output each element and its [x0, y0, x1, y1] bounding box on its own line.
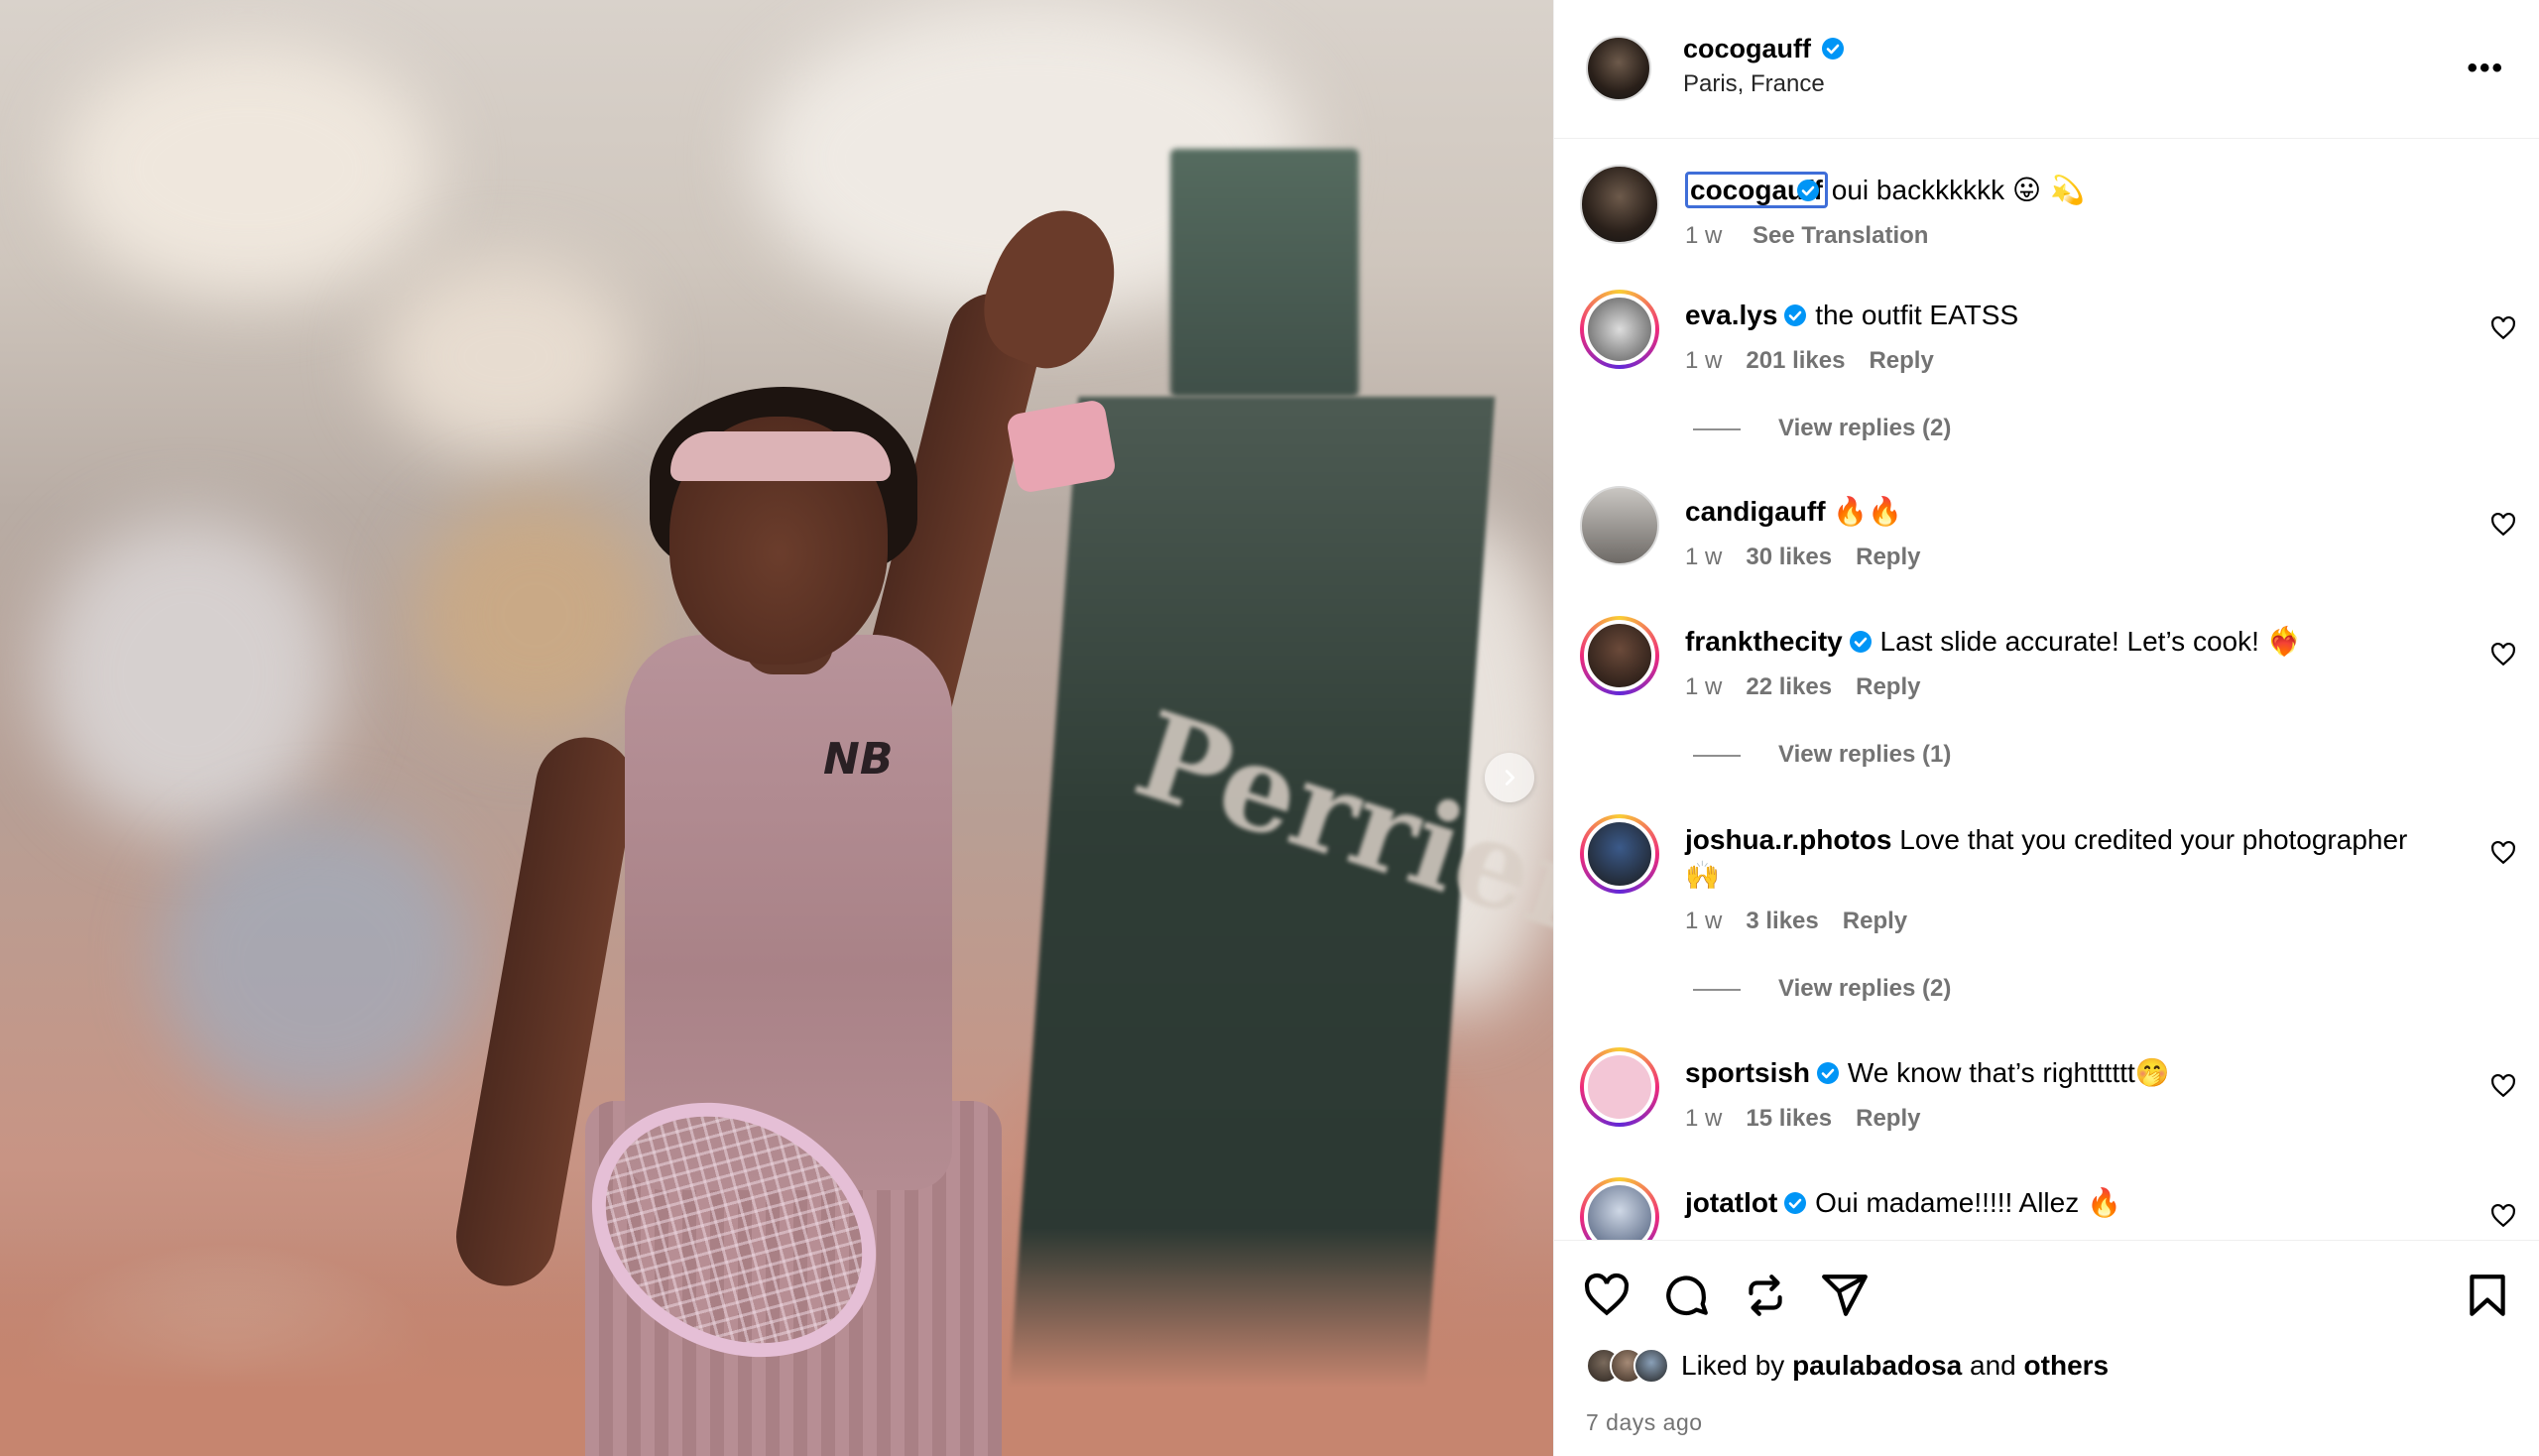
heart-icon[interactable]: [2490, 512, 2516, 538]
view-replies-button[interactable]: View replies (1): [1693, 741, 1951, 769]
comment-likes[interactable]: 201 likes: [1746, 347, 1845, 374]
caption-text: oui backkkkkk: [1831, 175, 2005, 205]
caption-time[interactable]: 1 w: [1685, 222, 1722, 249]
caption-body: cocogauff oui backkkkkk 😛 💫: [1685, 172, 2449, 208]
commenter-avatar[interactable]: [1580, 1177, 1659, 1240]
carousel-next-button[interactable]: [1485, 753, 1534, 802]
comment-likes[interactable]: 30 likes: [1746, 544, 1832, 570]
commenter-username[interactable]: sportsish: [1685, 1057, 1810, 1088]
commenter-username[interactable]: eva.lys: [1685, 300, 1777, 330]
verified-icon: [1784, 304, 1807, 326]
post-header: cocogauff Paris, France •••: [1554, 0, 2539, 139]
heart-icon[interactable]: [2490, 1203, 2516, 1229]
heart-icon[interactable]: [2490, 840, 2516, 866]
comment-likes[interactable]: 3 likes: [1746, 908, 1818, 934]
commenter-username[interactable]: frankthecity: [1685, 626, 1843, 657]
post-location[interactable]: Paris, France: [1683, 70, 1845, 98]
commenter-username[interactable]: joshua.r.photos: [1685, 824, 1891, 855]
comment-body: sportsish We know that’s rightttttt🤭: [1685, 1055, 2449, 1091]
comments-list[interactable]: cocogauff oui backkkkkk 😛 💫 1 w See Trans…: [1554, 139, 2539, 1240]
liked-by-user[interactable]: paulabadosa: [1792, 1350, 1962, 1381]
wristband: [1005, 398, 1118, 495]
comment-body: joshua.r.photos Love that you credited y…: [1685, 822, 2449, 894]
verified-icon: [1822, 38, 1845, 60]
verified-icon: [1796, 180, 1819, 201]
crowd-blur: [40, 516, 337, 833]
view-replies-button[interactable]: View replies (2): [1693, 975, 1951, 1003]
liker-avatar[interactable]: [1633, 1348, 1669, 1384]
comment-body: eva.lys the outfit EATSS: [1685, 298, 2449, 333]
comment-text: 🔥🔥: [1833, 495, 1903, 528]
comment-body: frankthecity Last slide accurate! Let’s …: [1685, 624, 2449, 660]
liked-by-and: and: [1970, 1350, 2016, 1381]
post-sidebar: cocogauff Paris, France ••• cocogauff oui…: [1553, 0, 2539, 1456]
share-icon[interactable]: [1820, 1271, 1870, 1320]
brand-logo: NB: [823, 734, 894, 785]
comment-time[interactable]: 1 w: [1685, 544, 1722, 570]
crowd-blur: [159, 813, 476, 1111]
commenter-avatar[interactable]: [1580, 814, 1659, 894]
heart-icon[interactable]: [2490, 642, 2516, 667]
chevron-right-icon: [1505, 770, 1515, 786]
author-username[interactable]: cocogauff: [1683, 34, 1811, 63]
like-heart-icon[interactable]: [1582, 1271, 1632, 1320]
commenter-avatar[interactable]: [1580, 486, 1659, 565]
comment-likes[interactable]: 22 likes: [1746, 673, 1832, 700]
comment-time[interactable]: 1 w: [1685, 673, 1722, 700]
reply-button[interactable]: Reply: [1856, 673, 1920, 700]
comment-body: candigauff 🔥🔥: [1685, 494, 2449, 530]
reply-button[interactable]: Reply: [1843, 908, 1907, 934]
comment-text: Oui madame!!!!! Allez 🔥: [1815, 1187, 2121, 1218]
comment-icon[interactable]: [1661, 1271, 1711, 1320]
verified-icon: [1784, 1192, 1807, 1214]
liked-by-text: Liked by paulabadosa and others: [1681, 1350, 2109, 1382]
liked-by-others[interactable]: others: [2024, 1350, 2110, 1381]
post-actions: Liked by paulabadosa and others 7 days a…: [1554, 1240, 2539, 1456]
commenter-avatar[interactable]: [1580, 1047, 1659, 1127]
comment-meta: 1 w 3 likes Reply: [1685, 908, 1907, 935]
view-replies-button[interactable]: View replies (2): [1693, 415, 1951, 442]
commenter-username[interactable]: jotatlot: [1685, 1187, 1777, 1218]
comment-meta: 1 w 30 likes Reply: [1685, 544, 1920, 571]
commenter-avatar[interactable]: [1580, 616, 1659, 695]
comment-meta: 1 w 201 likes Reply: [1685, 347, 1934, 375]
see-translation-button[interactable]: See Translation: [1753, 222, 1928, 249]
commenter-username[interactable]: candigauff: [1685, 496, 1826, 527]
caption-meta: 1 w See Translation: [1685, 222, 1928, 250]
author-avatar[interactable]: [1580, 165, 1659, 244]
liked-by-row: Liked by paulabadosa and others: [1586, 1348, 2109, 1384]
more-icon[interactable]: •••: [2467, 52, 2504, 85]
verified-icon: [1849, 631, 1872, 653]
caption-emojis: 😛 💫: [2011, 174, 2085, 206]
comment-text: Last slide accurate! Let’s cook! ❤️‍🔥: [1879, 626, 2302, 657]
umpire-chair: [1170, 149, 1359, 397]
author-block: cocogauff Paris, France: [1683, 34, 1845, 98]
comment-text: the outfit EATSS: [1815, 300, 2019, 330]
comment-time[interactable]: 1 w: [1685, 908, 1722, 934]
comment-meta: 1 w 15 likes Reply: [1685, 1105, 1920, 1133]
comment-time[interactable]: 1 w: [1685, 347, 1722, 374]
post-photo[interactable]: Perrier NB: [0, 0, 1553, 1456]
reply-button[interactable]: Reply: [1856, 1105, 1920, 1132]
verified-icon: [1817, 1062, 1840, 1084]
heart-icon[interactable]: [2490, 315, 2516, 341]
comment-meta: 1 w 22 likes Reply: [1685, 673, 1920, 701]
post-time[interactable]: 7 days ago: [1586, 1409, 1703, 1436]
crowd-blur: [60, 40, 436, 298]
comment-time[interactable]: 1 w: [1685, 1105, 1722, 1132]
comment-text: We know that’s rightttttt🤭: [1847, 1057, 2170, 1088]
reply-button[interactable]: Reply: [1869, 347, 1933, 374]
author-avatar[interactable]: [1586, 36, 1651, 101]
commenter-avatar[interactable]: [1580, 290, 1659, 369]
player-figure: NB: [436, 119, 1190, 1456]
bookmark-icon[interactable]: [2463, 1271, 2512, 1320]
reply-button[interactable]: Reply: [1856, 544, 1920, 570]
heart-icon[interactable]: [2490, 1073, 2516, 1099]
repost-icon[interactable]: [1741, 1271, 1790, 1320]
comment-body: jotatlot Oui madame!!!!! Allez 🔥: [1685, 1185, 2449, 1221]
comment-likes[interactable]: 15 likes: [1746, 1105, 1832, 1132]
liked-by-prefix: Liked by: [1681, 1350, 1785, 1381]
headband: [670, 431, 891, 481]
